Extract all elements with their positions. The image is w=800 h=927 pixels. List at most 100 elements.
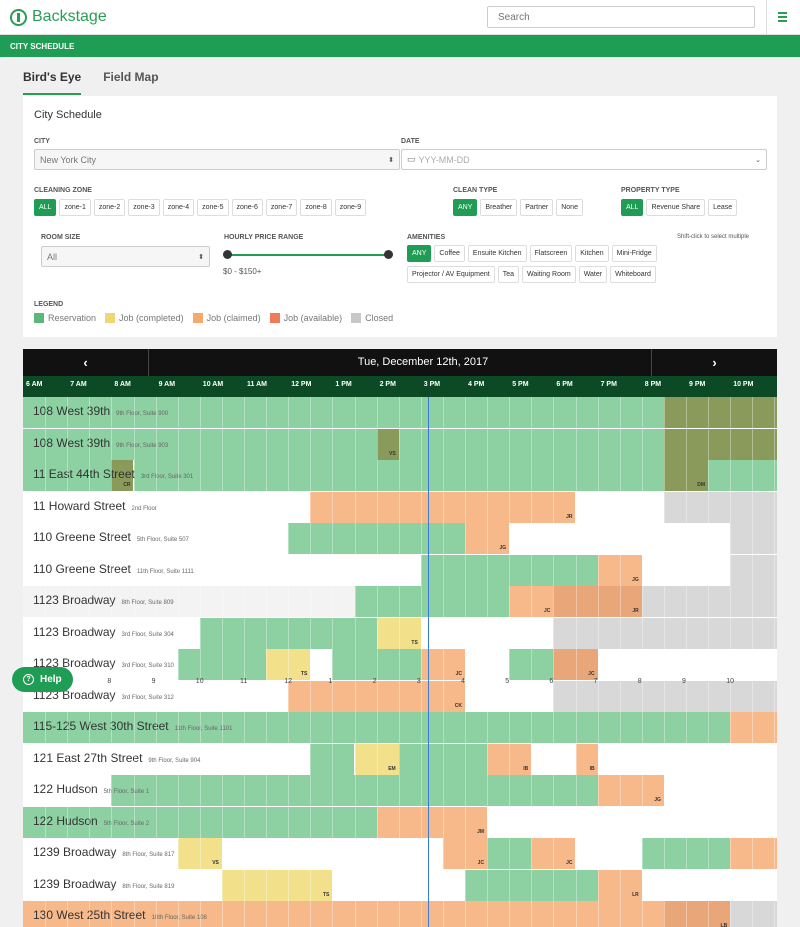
prev-day-button[interactable]: ‹: [23, 349, 148, 376]
legend-swatch: [105, 313, 116, 323]
row-property-name: 108 West 39th 9th Floor, Suite 900: [33, 404, 169, 418]
slider-min-handle[interactable]: [223, 250, 232, 259]
row-property-name: 130 West 25th Street 10th Floor, Suite 10…: [33, 908, 207, 922]
search-input[interactable]: [487, 6, 755, 28]
row-property-sub: 3rd Floor, Suite 310: [121, 663, 174, 669]
grid-line: [199, 397, 201, 927]
clean-type-chip[interactable]: None: [556, 199, 583, 216]
schedule-block[interactable]: [553, 617, 777, 649]
schedule-block[interactable]: [597, 649, 777, 680]
grid-line: [774, 397, 776, 927]
schedule-block[interactable]: JA: [663, 428, 777, 460]
price-range-value: $0 - $150+: [223, 267, 262, 276]
schedule-block[interactable]: [310, 649, 333, 680]
zone-chip[interactable]: zone-9: [334, 199, 367, 216]
amenity-chip[interactable]: Coffee: [434, 245, 465, 262]
amenity-chip[interactable]: Flatscreen: [529, 245, 573, 262]
schedule-block[interactable]: [663, 775, 777, 806]
legend-item-label: Closed: [365, 313, 394, 323]
schedule-block[interactable]: JC: [730, 838, 777, 869]
zone-chip[interactable]: zone-5: [197, 199, 229, 216]
row-property-sub: 2nd Floor: [131, 505, 157, 512]
grid-line: [398, 397, 400, 927]
hour-tick: 6: [549, 678, 554, 685]
date-field[interactable]: ▭ YYY-MM-DD ⌄: [401, 149, 767, 170]
schedule-block[interactable]: [730, 523, 777, 554]
room-size-select[interactable]: All ⬍: [41, 246, 210, 267]
row-property-name: 1123 Broadway 8th Floor, Suite 809: [33, 593, 174, 607]
row-property-sub: 3rd Floor, Suite 301: [140, 474, 194, 480]
zone-chip[interactable]: zone-3: [128, 199, 160, 216]
schedule-block[interactable]: JG: [597, 775, 664, 806]
schedule-block[interactable]: [730, 901, 777, 927]
schedule-block[interactable]: TS: [221, 869, 333, 901]
hour-label: 10 AM: [202, 381, 224, 388]
amenity-chip[interactable]: Mini-Fridge: [611, 245, 657, 262]
city-select[interactable]: New York City ⬍: [34, 149, 400, 170]
amenity-chip[interactable]: Whiteboard: [610, 266, 656, 283]
price-range-label: HOURLY PRICE RANGE: [224, 234, 304, 241]
zone-chip[interactable]: zone-4: [162, 199, 195, 216]
hour-label: 9 PM: [689, 381, 706, 388]
legend-item-label: Reservation: [48, 313, 97, 323]
room-size-label: ROOM SIZE: [41, 234, 81, 241]
schedule-block[interactable]: [641, 869, 777, 901]
property-type-chip[interactable]: Revenue Share: [646, 199, 706, 216]
schedule-block[interactable]: JM: [376, 806, 488, 838]
row-property-sub: 9th Floor, Suite 903: [116, 442, 169, 449]
amenity-chip[interactable]: Projector / AV Equipment: [407, 266, 495, 283]
schedule-block[interactable]: [575, 838, 642, 869]
section-bar: CITY SCHEDULE: [0, 35, 800, 57]
grid-line: [641, 397, 643, 927]
amenity-chip[interactable]: Kitchen: [575, 245, 609, 262]
schedule-block[interactable]: [708, 460, 777, 491]
slider-max-handle[interactable]: [384, 250, 393, 259]
amenity-chip[interactable]: Tea: [497, 266, 519, 283]
zone-chip-all[interactable]: ALL: [34, 199, 57, 216]
schedule-block[interactable]: [354, 586, 510, 617]
app-logo[interactable]: Backstage: [10, 8, 107, 26]
hour-label: 10 PM: [733, 381, 754, 388]
tab-birds-eye[interactable]: Bird's Eye: [23, 70, 82, 95]
tab-field-map[interactable]: Field Map: [103, 70, 158, 95]
next-day-button[interactable]: ›: [652, 349, 777, 376]
amenity-chip[interactable]: Ensuite Kitchen: [467, 245, 527, 262]
help-button[interactable]: ? Help: [12, 667, 73, 692]
schedule-block[interactable]: IB: [575, 743, 598, 775]
clean-type-chip[interactable]: Breather: [480, 199, 518, 216]
property-type-chip[interactable]: Lease: [708, 199, 738, 216]
grid-line: [89, 397, 91, 927]
hour-tick: 8: [637, 678, 642, 685]
schedule-block[interactable]: [663, 491, 777, 523]
schedule-block[interactable]: [641, 586, 777, 617]
zone-chip[interactable]: zone-7: [265, 199, 298, 216]
amenity-chip[interactable]: Water: [578, 266, 608, 283]
schedule-block[interactable]: [730, 554, 777, 586]
amenity-chip-any[interactable]: ANY: [407, 245, 432, 262]
block-initials: JG: [632, 576, 639, 583]
grid-line: [619, 397, 621, 927]
clean-type-chip[interactable]: Partner: [520, 199, 554, 216]
zone-chip[interactable]: zone-6: [231, 199, 263, 216]
block-initials: JG: [499, 545, 507, 551]
schedule-block[interactable]: [597, 743, 777, 775]
schedule-block[interactable]: JA: [663, 397, 777, 428]
grid-line: [730, 397, 732, 927]
amenity-chip[interactable]: Waiting Room: [521, 266, 576, 283]
zone-chip[interactable]: zone-8: [300, 199, 332, 216]
hamburger-menu-icon[interactable]: [778, 12, 787, 22]
hour-label: 11 AM: [247, 381, 267, 388]
schedule-block[interactable]: VS: [376, 428, 399, 460]
zone-chip[interactable]: zone-2: [93, 199, 126, 216]
grid-line: [221, 397, 223, 927]
property-type-chip-all[interactable]: ALL: [621, 199, 644, 216]
clean-type-chip-any[interactable]: ANY: [453, 199, 478, 216]
grid-line: [45, 397, 47, 927]
zone-chip[interactable]: zone-1: [59, 199, 91, 216]
schedule-block[interactable]: IH: [730, 712, 777, 743]
grid-line: [67, 397, 69, 927]
grid-line: [310, 397, 312, 927]
price-range-slider[interactable]: [223, 250, 393, 259]
schedule-block[interactable]: LB: [663, 901, 731, 927]
row-property-sub: 3rd Floor, Suite 304: [121, 631, 174, 638]
